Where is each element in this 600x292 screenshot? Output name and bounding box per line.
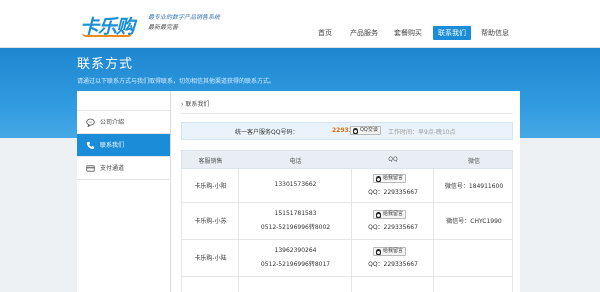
table-row: 卡乐购-小陆 13962390264 0512-52196996转8017 给我…: [181, 240, 513, 277]
top-header: 卡乐购 最专业的数字产品销售系统 最新最完善 首页 产品服务 套餐购买 联系我们…: [0, 0, 600, 48]
card-icon: [86, 165, 95, 172]
table-row: 卡乐购-小苏 15151781583 0512-52196996转8002 给我…: [181, 203, 513, 240]
breadcrumb-arrow-icon: ›: [181, 101, 184, 108]
service-qq-label: 统一客户服务QQ号码：: [235, 129, 299, 136]
sidebar-item-label: 联系我们: [100, 142, 125, 149]
breadcrumb: › 联系我们: [181, 99, 209, 108]
column-divider: [433, 240, 434, 276]
cell-qq: QQ：229335667: [368, 224, 418, 231]
col-header-phone: 电话: [289, 158, 302, 165]
leave-message-button[interactable]: 给我留言: [373, 247, 407, 256]
table-row: 卡乐购-小阳 13301573662 给我留言 QQ：229335667 微信号…: [181, 169, 513, 203]
leave-message-label: 给我留言: [383, 175, 404, 181]
cell-qq: QQ：229335667: [368, 189, 418, 196]
slogan-line-1: 最专业的数字产品销售系统: [148, 14, 221, 21]
nav-item-packages[interactable]: 套餐购买: [390, 26, 426, 40]
cell-phone: 13962390264: [274, 247, 317, 254]
col-header-sales: 客服销售: [198, 158, 223, 165]
cell-phone: 15151781583: [274, 210, 317, 217]
nav-item-help[interactable]: 帮助信息: [476, 26, 514, 40]
sidebar: 公司介绍 联系我们 支付通道: [77, 91, 170, 292]
sidebar-header: [77, 91, 170, 111]
qq-penguin-icon: [376, 212, 381, 218]
col-header-wechat: 微信: [467, 158, 480, 165]
qq-penguin-icon: [376, 176, 381, 182]
cell-phone-ext: 0512-52196996转8017: [260, 261, 331, 268]
column-divider: [433, 169, 434, 202]
breadcrumb-current: 联系我们: [185, 101, 210, 108]
main-nav: 首页 产品服务 套餐购买 联系我们 帮助信息: [0, 26, 600, 40]
qq-chat-button[interactable]: QQ交谈: [350, 126, 381, 135]
column-divider: [433, 203, 434, 239]
column-divider: [238, 277, 239, 292]
cell-wechat: 微信号：184911600: [444, 183, 504, 190]
column-divider: [351, 203, 352, 239]
cell-phone: 13301573662: [274, 181, 317, 188]
column-divider: [238, 240, 239, 276]
sidebar-item-payment[interactable]: 支付通道: [77, 157, 170, 180]
qq-penguin-icon: [376, 249, 381, 255]
table-row: [181, 277, 513, 292]
column-divider: [433, 277, 434, 292]
column-divider: [238, 203, 239, 239]
cell-wechat: 微信号：CHYC1990: [446, 218, 502, 225]
nav-item-products[interactable]: 产品服务: [346, 26, 382, 40]
leave-message-button[interactable]: 给我留言: [373, 210, 407, 219]
sidebar-item-contact[interactable]: 联系我们: [77, 134, 170, 157]
nav-item-home[interactable]: 首页: [312, 26, 338, 40]
cell-sales-name: 卡乐购-小陆: [194, 255, 227, 262]
column-divider: [351, 277, 352, 292]
nav-item-contact[interactable]: 联系我们: [433, 26, 471, 40]
sidebar-item-label: 公司介绍: [100, 119, 125, 126]
service-qq-box: 统一客户服务QQ号码： 229335667 QQ交谈 工作时间：早9点-晚10点: [181, 122, 513, 140]
column-divider: [351, 169, 352, 202]
qq-chat-label: QQ交谈: [360, 127, 378, 133]
working-hours: 工作时间：早9点-晚10点: [388, 129, 456, 136]
column-divider: [351, 240, 352, 276]
cell-sales-name: 卡乐购-小阳: [194, 183, 227, 190]
leave-message-label: 给我留言: [383, 211, 404, 217]
table-header: 客服销售 电话 QQ 微信: [181, 150, 513, 169]
page-subtitle: 请通过以下联系方式与我们取得联系，切勿相信其他渠道获得的联系方式。: [77, 78, 276, 85]
sidebar-item-label: 支付通道: [100, 165, 125, 172]
cell-qq: QQ：229335667: [368, 261, 418, 268]
page-title: 联系方式: [77, 57, 134, 72]
column-divider: [238, 169, 239, 202]
phone-icon: [86, 141, 95, 150]
content-panel: › 联系我们 统一客户服务QQ号码： 229335667 QQ交谈 工作时间：早…: [170, 91, 520, 292]
leave-message-button[interactable]: 给我留言: [373, 174, 407, 183]
breadcrumb-divider: [181, 113, 513, 114]
sidebar-item-company-intro[interactable]: 公司介绍: [77, 111, 170, 134]
col-header-qq: QQ: [388, 156, 398, 163]
leave-message-label: 给我留言: [383, 248, 404, 254]
chat-bubble-icon: [86, 118, 95, 127]
cell-phone-ext: 0512-52196996转8002: [260, 224, 331, 231]
qq-penguin-icon: [353, 128, 358, 134]
cell-sales-name: 卡乐购-小苏: [194, 218, 227, 225]
